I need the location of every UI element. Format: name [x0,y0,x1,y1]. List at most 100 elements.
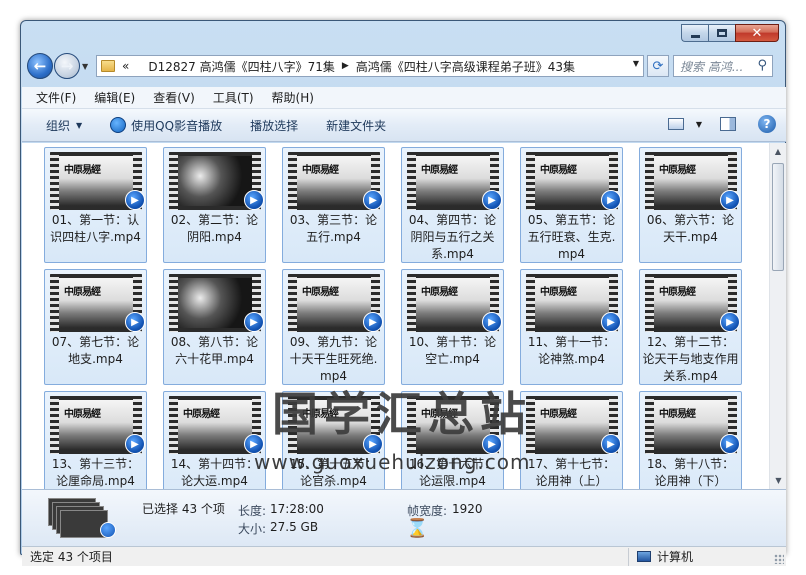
scroll-up-icon[interactable]: ▲ [770,143,786,160]
file-tile[interactable]: 中原易經 ▶ 10、第十节：论空亡.mp4 [401,269,504,385]
qq-player-badge-icon: ▶ [125,312,145,332]
file-tile[interactable]: 中原易經 ▶ 18、第十八节：论用神（下） [639,391,742,489]
thumbnail-title: 中原易經 [64,287,101,298]
thumbnail-title: 中原易經 [421,287,458,298]
file-tile[interactable]: 中原易經 ▶ 04、第四节：论阴阳与五行之关系.mp4 [401,147,504,263]
recent-pages-dropdown[interactable]: ▼ [82,62,92,71]
toolbar-right: ▼ ? [667,115,776,133]
scroll-thumb[interactable] [772,163,784,271]
file-tile[interactable]: 中原易經 ▶ 14、第十四节：论大运.mp4 [163,391,266,489]
play-badge-icon [100,522,116,538]
menu-edit[interactable]: 编辑(E) [94,89,135,106]
computer-icon [637,551,651,562]
help-icon[interactable]: ? [758,115,776,133]
thumbnail-title: 中原易經 [659,409,696,420]
qq-player-badge-icon: ▶ [363,190,383,210]
thumbnail-image: 中原易經 [178,400,252,450]
address-dropdown-icon[interactable]: ▼ [633,59,639,68]
qq-player-badge-icon: ▶ [244,190,264,210]
film-perforation [526,152,535,210]
thumbnail-image: 中原易經 [654,400,728,450]
qq-player-badge-icon: ▶ [601,190,621,210]
selected-count: 已选择 43 个项 [142,502,225,516]
file-tile[interactable]: 中原易經 ▶ 07、第七节：论地支.mp4 [44,269,147,385]
view-options-dropdown-icon[interactable]: ▼ [696,120,702,129]
resize-grip-icon[interactable] [774,554,784,564]
qq-player-badge-icon: ▶ [244,312,264,332]
search-icon[interactable]: ⚲ [757,58,767,73]
qq-player-badge-icon: ▶ [601,312,621,332]
organize-button[interactable]: 组织 ▼ [46,117,82,134]
navigation-bar: ← → ▼ « D12827 高鸿儒《四柱八字》71集 ▶ 高鸿儒《四柱八字高级… [27,51,779,81]
folder-icon [101,60,115,72]
frame-width-value: 1920 [452,502,483,516]
file-tile[interactable]: 中原易經 ▶ 13、第十三节：论厘命局.mp4 [44,391,147,489]
thumbnail-title: 中原易經 [183,409,220,420]
menu-view[interactable]: 查看(V) [153,89,195,106]
qq-player-badge-icon: ▶ [720,312,740,332]
preview-pane-icon[interactable] [720,117,736,131]
play-selection-button[interactable]: 播放选择 [250,117,298,134]
change-view-icon[interactable] [667,118,684,130]
back-arrow-icon: ← [33,57,47,75]
file-tile[interactable]: ▶ 08、第八节：论六十花甲.mp4 [163,269,266,385]
qq-player-icon [110,117,127,133]
scroll-down-icon[interactable]: ▼ [770,472,787,489]
file-tile[interactable]: 中原易經 ▶ 17、第十七节：论用神（上） [520,391,623,489]
thumbnail-image: 中原易經 [297,156,371,206]
file-name: 02、第二节：论阴阳.mp4 [170,213,259,244]
thumbnail-title: 中原易經 [540,287,577,298]
thumbnail-image: 中原易經 [297,278,371,328]
file-tile[interactable]: 中原易經 ▶ 01、第一节：认识四柱八字.mp4 [44,147,147,263]
thumbnail-title: 中原易經 [302,287,339,298]
length-value: 17:28:00 [270,502,324,516]
breadcrumb-separator-icon[interactable]: ▶ [342,61,349,71]
file-tile[interactable]: 中原易經 ▶ 06、第六节：论天干.mp4 [639,147,742,263]
length-label: 长度: [238,504,267,518]
file-name: 11、第十一节：论神煞.mp4 [527,335,616,366]
breadcrumb-item-parent[interactable]: D12827 高鸿儒《四柱八字》71集 [148,58,335,75]
forward-button[interactable]: → [54,53,80,79]
selection-stack-thumbnail [48,498,118,542]
menu-help[interactable]: 帮助(H) [272,89,314,106]
breadcrumb-overflow[interactable]: « [122,59,129,73]
thumbnail-title: 中原易經 [659,165,696,176]
breadcrumb-item-current[interactable]: 高鸿儒《四柱八字高级课程弟子班》43集 [356,58,575,75]
maximize-button[interactable] [708,24,735,42]
file-tile[interactable]: 中原易經 ▶ 03、第三节：论五行.mp4 [282,147,385,263]
refresh-icon: ⟳ [652,58,664,74]
details-pane: 已选择 43 个项 长度: 17:28:00 大小: 27.5 GB 帧宽度: … [22,489,786,546]
file-tile[interactable]: 中原易經 ▶ 09、第九节：论十天干生旺死绝.mp4 [282,269,385,385]
menu-bar: 文件(F) 编辑(E) 查看(V) 工具(T) 帮助(H) [22,87,786,109]
vertical-scrollbar[interactable]: ▲ ▼ [769,143,786,489]
busy-cursor-icon: ⌛ [406,518,429,539]
film-perforation [169,396,178,454]
file-tile[interactable]: 中原易經 ▶ 05、第五节：论五行旺衰、生克.mp4 [520,147,623,263]
thumbnail-title: 中原易經 [421,165,458,176]
thumbnail-image: 中原易經 [59,278,133,328]
play-with-qq-button[interactable]: 使用QQ影音播放 [110,117,222,134]
address-bar[interactable]: « D12827 高鸿儒《四柱八字》71集 ▶ 高鸿儒《四柱八字高级课程弟子班》… [96,55,644,77]
menu-file[interactable]: 文件(F) [36,89,76,106]
menu-tools[interactable]: 工具(T) [213,89,254,106]
thumbnail-image: 中原易經 [59,156,133,206]
file-name: 10、第十节：论空亡.mp4 [408,335,497,366]
frame-width-label: 帧宽度: [407,504,448,518]
film-perforation [288,274,297,332]
status-location-label: 计算机 [657,550,694,564]
file-tile[interactable]: 中原易經 ▶ 12、第十二节：论天干与地支作用关系.mp4 [639,269,742,385]
status-selection-text: 选定 43 个项目 [30,550,113,564]
file-tile[interactable]: ▶ 02、第二节：论阴阳.mp4 [163,147,266,263]
refresh-button[interactable]: ⟳ [647,55,669,77]
thumbnail-image: 中原易經 [654,278,728,328]
thumbnail-title: 中原易經 [540,409,577,420]
back-button[interactable]: ← [27,53,53,79]
qq-player-badge-icon: ▶ [482,312,502,332]
minimize-button[interactable] [681,24,708,42]
file-tile[interactable]: 中原易經 ▶ 11、第十一节：论神煞.mp4 [520,269,623,385]
new-folder-button[interactable]: 新建文件夹 [326,117,386,134]
search-input[interactable]: 搜索 高鸿... ⚲ [673,55,773,77]
film-perforation [50,274,59,332]
close-button[interactable]: ✕ [735,24,779,42]
film-perforation [50,152,59,210]
